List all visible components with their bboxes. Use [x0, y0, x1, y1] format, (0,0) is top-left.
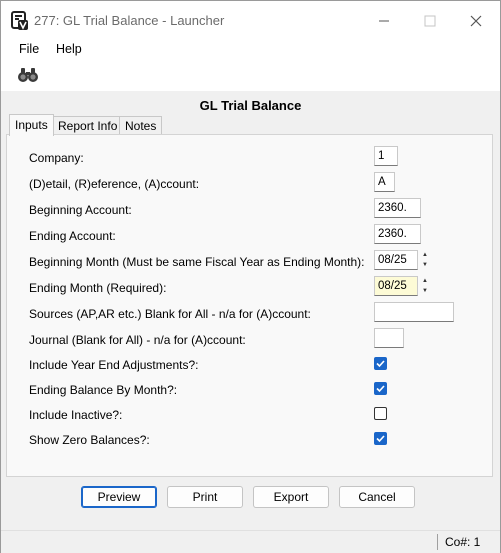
tab-notes[interactable]: Notes	[119, 116, 163, 135]
print-button[interactable]: Print	[167, 486, 243, 508]
ending-balance-by-month-label: Ending Balance By Month?:	[29, 383, 178, 397]
show-zero-balances-checkbox[interactable]	[374, 432, 387, 445]
year-end-adjustments-label: Include Year End Adjustments?:	[29, 358, 199, 372]
window-title: 277: GL Trial Balance - Launcher	[34, 13, 225, 28]
status-bar: Co#: 1	[1, 530, 500, 553]
close-button[interactable]	[453, 7, 499, 35]
maximize-icon	[424, 15, 436, 27]
tab-report-info[interactable]: Report Info	[52, 116, 124, 135]
journal-label: Journal (Blank for All) - n/a for (A)cco…	[29, 333, 246, 347]
minimize-button[interactable]	[361, 7, 407, 35]
maximize-button[interactable]	[407, 7, 453, 35]
company-label: Company:	[29, 151, 84, 165]
ending-balance-by-month-checkbox[interactable]	[374, 382, 387, 395]
spin-up-icon[interactable]: ▲	[417, 276, 433, 286]
beginning-account-input[interactable]: 2360.	[374, 198, 421, 218]
beginning-account-label: Beginning Account:	[29, 203, 132, 217]
title-bar: 277: GL Trial Balance - Launcher	[1, 1, 500, 39]
ending-month-label: Ending Month (Required):	[29, 281, 167, 295]
year-end-adjustments-checkbox[interactable]	[374, 357, 387, 370]
menu-file[interactable]: File	[19, 42, 39, 56]
detail-type-label: (D)etail, (R)eference, (A)ccount:	[29, 177, 200, 191]
sources-input[interactable]	[374, 302, 454, 322]
company-status: Co#: 1	[445, 535, 481, 549]
sources-label: Sources (AP,AR etc.) Blank for All - n/a…	[29, 307, 311, 321]
beginning-month-label: Beginning Month (Must be same Fiscal Yea…	[29, 255, 365, 269]
include-inactive-checkbox[interactable]	[374, 407, 387, 420]
checkmark-icon	[376, 360, 385, 368]
spin-down-icon[interactable]: ▼	[417, 260, 433, 270]
include-inactive-label: Include Inactive?:	[29, 408, 123, 422]
ending-month-input[interactable]: 08/25	[374, 276, 418, 296]
ending-account-input[interactable]: 2360.	[374, 224, 421, 244]
app-icon	[11, 11, 29, 31]
export-button[interactable]: Export	[253, 486, 329, 508]
company-input[interactable]: 1	[374, 146, 398, 166]
menu-bar: File Help	[1, 39, 500, 61]
spin-down-icon[interactable]: ▼	[417, 286, 433, 296]
tab-inputs[interactable]: Inputs	[9, 114, 54, 136]
journal-input[interactable]	[374, 328, 404, 348]
find-button[interactable]	[17, 67, 39, 86]
launcher-window: 277: GL Trial Balance - Launcher File He…	[0, 0, 501, 553]
ending-account-label: Ending Account:	[29, 229, 116, 243]
toolbar	[1, 61, 500, 91]
minimize-icon	[379, 20, 389, 22]
page-title: GL Trial Balance	[199, 98, 302, 113]
detail-type-input[interactable]: A	[374, 172, 395, 192]
preview-button[interactable]: Preview	[81, 486, 157, 508]
beginning-month-spinner[interactable]: ▲ ▼	[417, 250, 433, 270]
checkmark-icon	[376, 385, 385, 393]
checkmark-icon	[376, 435, 385, 443]
beginning-month-input[interactable]: 08/25	[374, 250, 418, 270]
status-separator	[437, 534, 438, 550]
cancel-button[interactable]: Cancel	[339, 486, 415, 508]
spin-up-icon[interactable]: ▲	[417, 250, 433, 260]
close-icon	[470, 15, 482, 27]
show-zero-balances-label: Show Zero Balances?:	[29, 433, 150, 447]
binoculars-icon	[18, 68, 38, 82]
ending-month-spinner[interactable]: ▲ ▼	[417, 276, 433, 296]
menu-help[interactable]: Help	[56, 42, 82, 56]
